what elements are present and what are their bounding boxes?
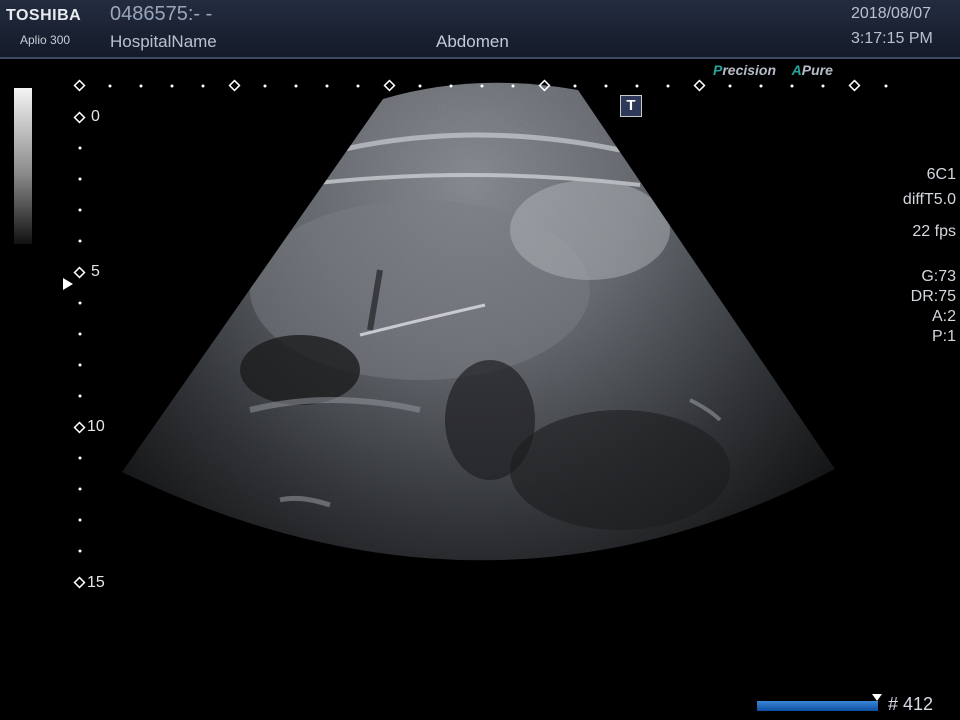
exam-preset: Abdomen (436, 32, 509, 51)
brand-logo: TOSHIBA (6, 7, 82, 24)
precision-logo-p: P (713, 62, 723, 78)
focus-marker-icon[interactable] (63, 278, 73, 290)
p-param-label: P:1 (931, 328, 956, 345)
exam-time: 3:17:15 PM (851, 30, 933, 47)
precision-logo-text: recision (722, 62, 777, 78)
system-model: Aplio 300 (20, 33, 71, 47)
processing-logos: Precision APure (713, 62, 833, 78)
frame-rate-label: 22 fps (912, 223, 956, 240)
exam-date: 2018/08/07 (851, 5, 932, 22)
header-bar: TOSHIBA Aplio 300 0486575:- - HospitalNa… (0, 0, 960, 59)
gain-label: G:73 (921, 268, 956, 285)
probe-label: 6C1 (926, 166, 956, 183)
a-param-label: A:2 (931, 308, 956, 325)
apure-logo-text: Pure (801, 62, 833, 78)
depth-label-15: 15 (87, 574, 105, 591)
depth-label-10: 10 (87, 418, 105, 435)
depth-label-0: 0 (91, 108, 100, 125)
frame-number: # 412 (888, 694, 934, 714)
apure-logo-a: A (791, 62, 802, 78)
hospital-name: HospitalName (110, 32, 217, 51)
t-marker-icon: T (620, 95, 642, 117)
ultrasound-sector (73, 79, 888, 589)
grayscale-bar (14, 88, 32, 244)
frequency-label: diffT5.0 (902, 191, 956, 208)
cine-progress-bar[interactable] (757, 701, 878, 711)
patient-id: 0486575:- - (110, 3, 213, 25)
dynamic-range-label: DR:75 (910, 288, 956, 305)
cine-position-icon[interactable] (872, 694, 882, 701)
depth-label-5: 5 (91, 263, 100, 280)
